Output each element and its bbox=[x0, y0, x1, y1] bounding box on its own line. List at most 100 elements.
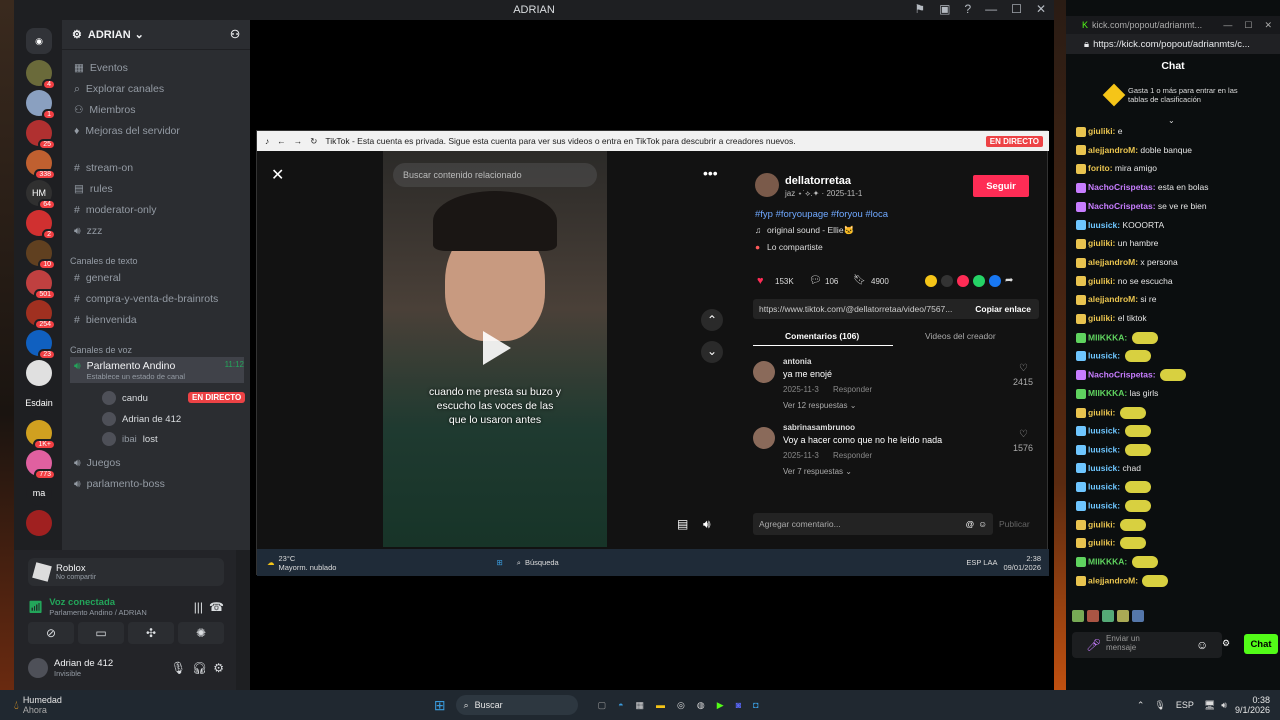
chat-username[interactable]: luusick: bbox=[1088, 425, 1120, 435]
invite-icon[interactable]: ⚇ bbox=[230, 28, 240, 41]
inbox-icon[interactable]: ⚑ bbox=[914, 2, 925, 16]
creator-username[interactable]: dellatorretaa bbox=[785, 175, 851, 187]
chat-username[interactable]: luusick: bbox=[1088, 500, 1120, 510]
view-replies-link[interactable]: Ver 7 respuestas ⌄ bbox=[783, 467, 852, 476]
chat-username[interactable]: giuliki: bbox=[1088, 313, 1115, 323]
channel-item[interactable]: # stream-on bbox=[70, 158, 244, 178]
chevron-down-icon[interactable]: ⌄ bbox=[1168, 116, 1175, 125]
view-replies-link[interactable]: Ver 12 respuestas ⌄ bbox=[783, 401, 856, 410]
more-icon[interactable]: ••• bbox=[703, 165, 718, 181]
chat-message[interactable]: luusick: bbox=[1076, 481, 1276, 494]
network-icon[interactable]: 🖥︎ bbox=[1204, 700, 1215, 711]
start-icon[interactable]: ⊞ bbox=[434, 697, 446, 714]
app-icon[interactable]: ◘ bbox=[753, 700, 758, 710]
server-icon[interactable]: 1 bbox=[26, 90, 56, 120]
channel-item[interactable]: 🔊︎ parlamento-boss bbox=[70, 474, 244, 494]
like-icon[interactable]: ♡ bbox=[1019, 363, 1028, 374]
voice-user[interactable]: candu bbox=[102, 391, 148, 405]
folder-icon[interactable]: ▬ bbox=[656, 700, 665, 710]
server-icon[interactable]: 501 bbox=[26, 270, 56, 300]
menu-item[interactable]: ⌕ Explorar canales bbox=[70, 79, 244, 99]
category-voice[interactable]: Canales de voz bbox=[70, 345, 132, 355]
server-icon[interactable]: 1K+ bbox=[26, 420, 56, 450]
steam-icon[interactable]: ◎ bbox=[677, 700, 685, 711]
voice-channel-parlamento[interactable]: 🔊︎ Parlamento Andino Establece un estado… bbox=[70, 357, 244, 383]
chat-message[interactable]: NachoCrispetas: se ve re bien bbox=[1076, 201, 1276, 212]
soundboard-button[interactable]: ✺ bbox=[178, 622, 224, 644]
chat-username[interactable]: MIIKKKA: bbox=[1088, 556, 1127, 566]
chat-username[interactable]: alejjandroM: bbox=[1088, 575, 1138, 585]
chat-message[interactable]: MIIKKKA: bbox=[1076, 556, 1276, 569]
server-icon[interactable]: 773 bbox=[26, 450, 56, 480]
chevron-up-icon[interactable]: ⌃ bbox=[701, 309, 723, 331]
chat-username[interactable]: NachoCrispetas: bbox=[1088, 182, 1156, 192]
task-view-icon[interactable]: ▢ bbox=[598, 700, 607, 711]
channel-item[interactable]: ▤ rules bbox=[70, 179, 244, 199]
chat-message[interactable]: alejjandroM: x persona bbox=[1076, 257, 1276, 268]
chat-message[interactable]: giuliki: bbox=[1076, 406, 1276, 419]
back-icon[interactable]: ← bbox=[277, 136, 286, 146]
close-icon[interactable]: ✕ bbox=[1264, 20, 1272, 31]
chat-username[interactable]: luusick: bbox=[1088, 351, 1120, 361]
like-icon[interactable]: ♥ bbox=[757, 275, 764, 287]
chat-username[interactable]: MIIKKKA: bbox=[1088, 332, 1127, 342]
chat-username[interactable]: MIIKKKA: bbox=[1088, 388, 1127, 398]
emote-icon[interactable] bbox=[1087, 610, 1099, 622]
chat-message[interactable]: luusick: chad bbox=[1076, 463, 1276, 474]
whatsapp-icon[interactable] bbox=[973, 275, 985, 287]
chat-message[interactable]: giuliki: e bbox=[1076, 126, 1276, 137]
comment-user[interactable]: antonia bbox=[783, 357, 811, 366]
screen-icon[interactable]: ▣ bbox=[939, 2, 950, 16]
edge-icon[interactable]: ◓ bbox=[618, 700, 623, 710]
activity-card[interactable]: Roblox No compartir bbox=[28, 558, 224, 586]
chat-username[interactable]: alejjandroM: bbox=[1088, 145, 1138, 155]
reply-button[interactable]: Responder bbox=[833, 385, 872, 394]
emote-icon[interactable] bbox=[1072, 610, 1084, 622]
video-link-box[interactable]: https://www.tiktok.com/@dellatorretaa/vi… bbox=[753, 299, 1039, 319]
discord-app-icon[interactable]: ◙ bbox=[736, 700, 741, 710]
chrome-icon[interactable]: ◍ bbox=[697, 700, 705, 711]
server-icon[interactable]: 25 bbox=[26, 120, 56, 150]
copy-link-button[interactable]: Copiar enlace bbox=[975, 304, 1031, 314]
taskbar-search[interactable]: ⌕ Buscar bbox=[455, 695, 578, 715]
tray-chevron-icon[interactable]: ⌃ bbox=[1137, 700, 1145, 711]
chat-username[interactable]: luusick: bbox=[1088, 220, 1120, 230]
chat-message[interactable]: giuliki: bbox=[1076, 518, 1276, 531]
refresh-icon[interactable]: ↻ bbox=[310, 136, 317, 147]
chat-username[interactable]: forito: bbox=[1088, 163, 1113, 173]
activities-button[interactable]: ✣ bbox=[128, 622, 174, 644]
start-icon[interactable]: ⊞ bbox=[496, 558, 502, 567]
inner-search[interactable]: Búsqueda bbox=[525, 558, 559, 567]
chat-message[interactable]: luusick: bbox=[1076, 350, 1276, 363]
menu-item[interactable]: ⚇ Miembros bbox=[70, 100, 244, 120]
server-icon[interactable]: HM 64 bbox=[26, 180, 56, 210]
server-icon[interactable]: 254 bbox=[26, 300, 56, 330]
channel-item[interactable]: # bienvenida bbox=[70, 310, 244, 330]
chat-message[interactable]: NachoCrispetas: esta en bolas bbox=[1076, 182, 1276, 193]
tab-comments[interactable]: Comentarios (106) bbox=[785, 331, 859, 341]
avatar[interactable] bbox=[755, 173, 779, 197]
hashtags[interactable]: #fyp #foryoupage #foryou #loca bbox=[755, 209, 888, 220]
volume-icon[interactable]: 🔊︎ bbox=[1221, 700, 1227, 711]
chat-message[interactable]: alejjandroM: bbox=[1076, 574, 1276, 587]
close-icon[interactable]: ✕ bbox=[1036, 2, 1046, 16]
kick-app-icon[interactable]: ▶ bbox=[717, 700, 724, 711]
server-icon[interactable] bbox=[26, 360, 52, 386]
mention-icon[interactable]: @ bbox=[966, 519, 975, 529]
soundboard-icon[interactable]: ||| bbox=[194, 600, 203, 614]
chat-input[interactable]: 🎤︎ Enviar un mensaje ☺ bbox=[1072, 632, 1222, 658]
chat-message[interactable]: giuliki: el tiktok bbox=[1076, 313, 1276, 324]
volume-icon[interactable]: 🔊︎ bbox=[703, 517, 711, 532]
discord-home-icon[interactable]: ◉ bbox=[26, 28, 52, 54]
chat-username[interactable]: giuliki: bbox=[1088, 519, 1115, 529]
server-icon[interactable]: Esdain bbox=[25, 390, 53, 416]
minimize-icon[interactable]: — bbox=[985, 2, 997, 16]
comment-input[interactable]: Agregar comentario... @ ☺ bbox=[753, 513, 993, 535]
server-icon[interactable]: 23 bbox=[26, 330, 56, 360]
menu-item[interactable]: ▦ Eventos bbox=[70, 58, 244, 78]
sound-name[interactable]: original sound - Ellie🐱 bbox=[767, 225, 854, 236]
maximize-icon[interactable]: ☐ bbox=[1244, 20, 1252, 31]
play-icon[interactable] bbox=[483, 331, 511, 365]
emoji-icon[interactable] bbox=[925, 275, 937, 287]
send-icon[interactable] bbox=[957, 275, 969, 287]
